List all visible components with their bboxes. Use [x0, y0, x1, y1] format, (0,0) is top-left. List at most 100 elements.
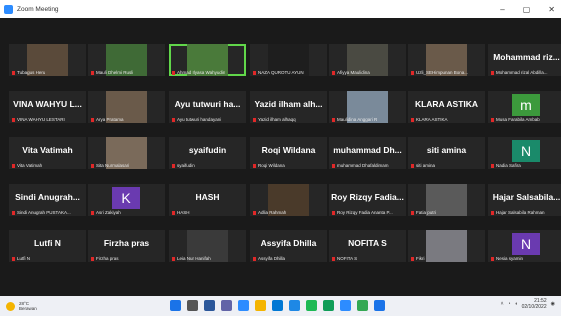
participant-tile[interactable]: Mohammad riz... Mohammad rizal Abdilla...: [488, 44, 561, 76]
participant-tile[interactable]: KLARA ASTIKA KLARA ASTIKA: [408, 91, 485, 123]
participant-name-text: HASH: [177, 210, 190, 215]
participant-tile[interactable]: Yazid ilham alh... Yazid ilham alhaqq: [250, 91, 327, 123]
participant-tile[interactable]: syaifudin syaifudin: [169, 137, 246, 169]
mic-muted-icon: [411, 210, 414, 215]
participant-tile[interactable]: Sindi Anugrah... Sindi Anugrah PUSTAKA...: [9, 184, 86, 216]
participant-tile[interactable]: Lutfi N Lutfi N: [9, 230, 86, 262]
mic-muted-icon: [332, 210, 335, 215]
participant-name-label: Sindi Anugrah PUSTAKA...: [12, 210, 71, 215]
participant-tile[interactable]: Vita Vatimah Vita Vatimah: [9, 137, 86, 169]
taskbar-app-icon[interactable]: [221, 300, 232, 311]
weather-widget[interactable]: 28°C Berawan: [6, 301, 37, 311]
taskbar-app-icon[interactable]: [272, 300, 283, 311]
participant-tile[interactable]: m Musa Farabila Ambab: [488, 91, 561, 123]
participant-name-text: KLARA ASTIKA: [416, 117, 448, 122]
participant-tile[interactable]: Leia Nur Hanifah: [169, 230, 246, 262]
volume-icon[interactable]: ◖: [515, 301, 518, 307]
participant-tile[interactable]: N Nadia Safira: [488, 137, 561, 169]
participant-name-label: siti amina: [411, 163, 435, 168]
participant-tile[interactable]: muhammad Dh... muhammad Dhafaldimam: [329, 137, 406, 169]
wifi-icon[interactable]: ◔: [508, 301, 511, 307]
participant-tile[interactable]: K Asri Zakiyah: [88, 184, 165, 216]
participant-tile[interactable]: VINA WAHYU L... VINA WAHYU LESTARI: [9, 91, 86, 123]
mic-muted-icon: [491, 117, 494, 122]
participant-tile[interactable]: siti amina siti amina: [408, 137, 485, 169]
taskbar-app-icon[interactable]: [306, 300, 317, 311]
participant-tile[interactable]: Maulidina Anggari R: [329, 91, 406, 123]
participant-tile[interactable]: HASH HASH: [169, 184, 246, 216]
system-tray: ˄ ◔ ◖ 21:52 02/10/2022 ◉: [501, 298, 555, 310]
taskbar-app-icon[interactable]: [204, 300, 215, 311]
participant-name-label: syaifudin: [172, 163, 195, 168]
weather-condition: Berawan: [19, 306, 37, 311]
mic-muted-icon: [411, 163, 414, 168]
clock[interactable]: 21:52 02/10/2022: [522, 298, 547, 310]
minimize-button[interactable]: –: [500, 5, 504, 14]
mic-muted-icon: [411, 70, 414, 75]
participant-name-text: Vita Vatimah: [17, 163, 43, 168]
participant-name-label: muhammad Dhafaldimam: [332, 163, 389, 168]
participant-name-label: Ahmad Ilyasa Wahyudin: [172, 70, 225, 75]
participant-tile[interactable]: Ahmad Ilyasa Wahyudin: [169, 44, 246, 76]
mic-muted-icon: [491, 256, 494, 261]
taskbar-app-icon[interactable]: [170, 300, 181, 311]
participant-name-label: Ayu tutwuri handayani: [172, 117, 221, 122]
participant-tile[interactable]: Hajar Salsabila... Hajar Salsabila Rahman: [488, 184, 561, 216]
participant-tile[interactable]: Ayu tutwuri ha... Ayu tutwuri handayani: [169, 91, 246, 123]
maximize-button[interactable]: ▢: [523, 5, 531, 14]
notification-icon[interactable]: ◉: [551, 301, 555, 307]
mic-muted-icon: [253, 70, 256, 75]
taskbar-app-icon[interactable]: [238, 300, 249, 311]
participant-display-name: syaifudin: [188, 145, 227, 155]
participant-tile[interactable]: Assyifa Dhilla Assyifa Dhilla: [250, 230, 327, 262]
participant-tile[interactable]: Mauli Dhelmi Rusli: [88, 44, 165, 76]
participant-name-text: Nadia Safira: [496, 163, 521, 168]
participant-name-text: siti amina: [416, 163, 436, 168]
participant-tile[interactable]: Uzli_SEHimpunan Bona...: [408, 44, 485, 76]
participant-tile[interactable]: NAZA QUROTU AYUN: [250, 44, 327, 76]
taskbar-app-icon[interactable]: [255, 300, 266, 311]
participant-tile[interactable]: Firzha pras Firzha pras: [88, 230, 165, 262]
mic-muted-icon: [91, 210, 94, 215]
participant-display-name: Sindi Anugrah...: [15, 192, 80, 202]
participant-name-label: Nesia syamin: [491, 256, 523, 261]
participant-display-name: NOFITA S: [348, 238, 387, 248]
mic-muted-icon: [12, 70, 15, 75]
taskbar-app-icon[interactable]: [289, 300, 300, 311]
participant-tile[interactable]: Roy Rizqy Fadia... Roy Rizqy Fadia Ananta…: [329, 184, 406, 216]
participant-name-label: Sita Nurmalasari: [91, 163, 129, 168]
participant-name-label: Roqi Wildana: [253, 163, 285, 168]
mic-muted-icon: [172, 256, 175, 261]
participant-name-label: Firzha pras: [91, 256, 119, 261]
taskbar-app-icon[interactable]: [357, 300, 368, 311]
mic-muted-icon: [91, 117, 94, 122]
taskbar-app-icon[interactable]: [374, 300, 385, 311]
mic-muted-icon: [253, 163, 256, 168]
participant-display-name: Roqi Wildana: [261, 145, 316, 155]
participant-tile[interactable]: Fikri: [408, 230, 485, 262]
participant-display-name: Roy Rizqy Fadia...: [331, 192, 404, 202]
taskbar-app-icon[interactable]: [323, 300, 334, 311]
taskbar-app-icon[interactable]: [187, 300, 198, 311]
zoom-window: Zoom Meeting – ▢ ✕ Tubagus Heru Mauli Dhe…: [0, 0, 561, 316]
participant-display-name: Yazid ilham alh...: [254, 99, 323, 109]
participant-tile[interactable]: NOFITA S NOFITA S: [329, 230, 406, 262]
participant-name-text: Ayu tutwuri handayani: [177, 117, 222, 122]
participant-tile[interactable]: Roqi Wildana Roqi Wildana: [250, 137, 327, 169]
participant-tile[interactable]: Tubagus Heru: [9, 44, 86, 76]
participant-name-text: muhammad Dhafaldimam: [337, 163, 389, 168]
participant-tile[interactable]: Sita Nurmalasari: [88, 137, 165, 169]
close-button[interactable]: ✕: [548, 5, 555, 14]
participant-name-text: Sita Nurmalasari: [96, 163, 130, 168]
participant-tile[interactable]: Fatia putri: [408, 184, 485, 216]
chevron-up-icon[interactable]: ˄: [501, 301, 504, 307]
participant-name-text: Sindi Anugrah PUSTAKA...: [17, 210, 71, 215]
participant-name-label: Fatia putri: [411, 210, 436, 215]
participant-tile[interactable]: N Nesia syamin: [488, 230, 561, 262]
participant-tile[interactable]: Arya Pratama: [88, 91, 165, 123]
participant-tile[interactable]: Adlia Rahmah: [250, 184, 327, 216]
participant-tile[interactable]: Afiyya Maulidina: [329, 44, 406, 76]
taskbar-app-icon[interactable]: [340, 300, 351, 311]
participant-display-name: Vita Vatimah: [22, 145, 73, 155]
participant-display-name: Lutfi N: [34, 238, 61, 248]
